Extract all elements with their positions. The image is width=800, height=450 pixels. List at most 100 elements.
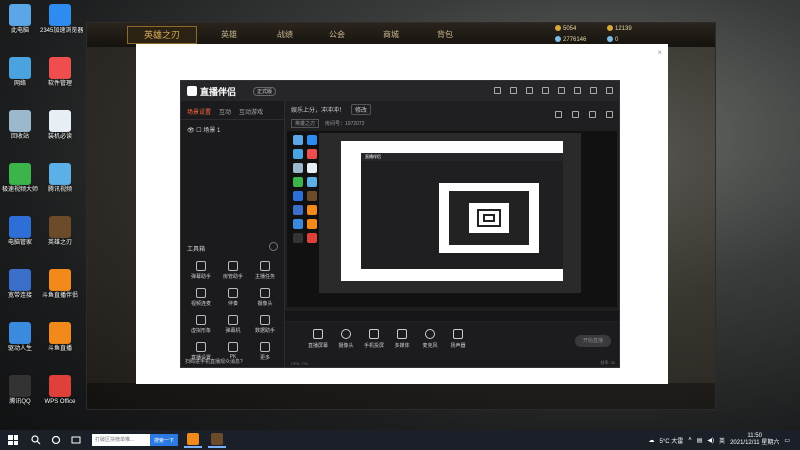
game-tab-bag[interactable]: 背包 bbox=[437, 29, 453, 40]
toolbox-item[interactable]: 视频连麦 bbox=[185, 288, 217, 307]
user-icon[interactable] bbox=[494, 87, 501, 94]
room-number: 房间号：1972072 bbox=[325, 120, 365, 127]
phone-icon bbox=[369, 329, 379, 339]
taskbar-app-game[interactable] bbox=[208, 432, 227, 448]
category-button[interactable]: 英雄之刃 bbox=[291, 118, 320, 128]
notification-icon[interactable]: ▭ bbox=[784, 437, 790, 444]
tab-games[interactable]: 互动游戏 bbox=[239, 107, 263, 116]
tab-scene[interactable]: 场景设置 bbox=[187, 107, 211, 116]
desktop-icon[interactable]: 软件管理 bbox=[40, 57, 80, 88]
taskbar-app-streaming[interactable] bbox=[184, 432, 203, 448]
clock[interactable]: 11:50 2021/12/11 星期六 bbox=[730, 433, 779, 447]
settings-icon[interactable] bbox=[542, 87, 549, 94]
skin-icon[interactable] bbox=[526, 87, 533, 94]
close-icon[interactable] bbox=[606, 87, 613, 94]
desktop-icon[interactable]: 装机必读 bbox=[40, 110, 80, 141]
toolbox-item[interactable]: 伴奏 bbox=[217, 288, 249, 307]
desktop-icon[interactable]: 腾讯QQ bbox=[0, 375, 40, 406]
speaker-icon bbox=[453, 329, 463, 339]
bell-icon[interactable] bbox=[589, 111, 596, 118]
share-icon[interactable] bbox=[606, 111, 613, 118]
minimize-icon[interactable] bbox=[574, 87, 581, 94]
desktop-icon[interactable]: 此电脑 bbox=[0, 4, 40, 35]
menu-icon[interactable] bbox=[558, 87, 565, 94]
edit-title-button[interactable]: 修改 bbox=[351, 103, 372, 115]
desktop-icon-label: 斗鱼直播 bbox=[47, 346, 72, 352]
gold-icon bbox=[555, 25, 561, 31]
close-icon[interactable]: × bbox=[657, 48, 662, 57]
desktop-icon[interactable]: 腾讯视频 bbox=[40, 163, 80, 194]
tool-icon bbox=[196, 288, 206, 298]
search-button[interactable]: 搜索一下 bbox=[150, 434, 179, 446]
toolbox-item[interactable]: 房管助手 bbox=[217, 261, 249, 280]
cortana-icon[interactable] bbox=[46, 430, 66, 450]
task-view-icon[interactable] bbox=[66, 430, 86, 450]
desktop-icon[interactable]: 英雄之刃 bbox=[40, 216, 80, 247]
preview-controls bbox=[285, 311, 619, 321]
desktop-icon[interactable]: 回收站 bbox=[0, 110, 40, 141]
desktop-icon-label: 回收站 bbox=[10, 134, 29, 140]
clock-date: 2021/12/11 星期六 bbox=[730, 440, 780, 446]
tool-icon bbox=[260, 261, 270, 271]
desktop-icon[interactable]: 宽带连接 bbox=[0, 269, 40, 300]
desktop-icon[interactable]: 电脑管家 bbox=[0, 216, 40, 247]
desktop-icon[interactable]: 极速视频大师 bbox=[0, 163, 40, 194]
sidebar-notice[interactable]: 扫码进手机直播观众消息? bbox=[185, 358, 281, 365]
desktop-icon[interactable]: WPS Office bbox=[40, 375, 80, 406]
speaker-button[interactable]: 扬声器 bbox=[443, 329, 473, 349]
resource-diamond: 2776146 bbox=[555, 36, 586, 43]
tray-chevron-icon[interactable]: ˄ bbox=[688, 437, 692, 443]
game-tab-shop[interactable]: 商城 bbox=[383, 29, 399, 40]
desktop-icon-label: 斗鱼直播伴侣 bbox=[41, 293, 78, 299]
maximize-icon[interactable] bbox=[590, 87, 597, 94]
window-controls bbox=[494, 87, 613, 94]
system-tray: ☁ 5°C 大雷 ˄ ▤ ◀) 英 11:50 2021/12/11 星期六 ▭ bbox=[648, 433, 800, 447]
network-icon[interactable]: ▤ bbox=[697, 437, 703, 444]
tool-icon bbox=[196, 261, 206, 271]
desktop-icon-label: 宽带连接 bbox=[7, 293, 32, 299]
desktop-icon[interactable]: 网络 bbox=[0, 57, 40, 88]
toolbox-more-icon[interactable] bbox=[269, 242, 278, 251]
scene-item[interactable]: 👁 ☐ 场景 1 bbox=[181, 120, 284, 139]
source-camera-button[interactable]: 摄像头 bbox=[331, 329, 361, 349]
toolbox-item[interactable]: 弹幕机 bbox=[217, 315, 249, 334]
app-icon bbox=[49, 216, 71, 238]
toolbox-item[interactable]: 弹幕助手 bbox=[185, 261, 217, 280]
weather-text[interactable]: 5°C 大雷 bbox=[659, 436, 683, 445]
search-icon[interactable] bbox=[26, 430, 46, 450]
desktop-icon[interactable]: 2345加速浏览器 bbox=[40, 4, 83, 35]
streaming-app-icon bbox=[187, 433, 200, 445]
input-method-lang[interactable]: 英 bbox=[719, 436, 725, 445]
toolbox-item[interactable]: 摄像头 bbox=[249, 288, 281, 307]
desktop-icon-label: WPS Office bbox=[44, 399, 76, 405]
toolbox-item[interactable]: 主播任务 bbox=[249, 261, 281, 280]
source-media-button[interactable]: 多媒体 bbox=[387, 329, 417, 349]
toolbox-item[interactable]: 数据助手 bbox=[249, 315, 281, 334]
grid-icon[interactable] bbox=[572, 111, 579, 118]
desktop-icons: 此电脑 2345加速浏览器 网络 软件管理回收站 装机必读 极速视频大师 腾讯视频 电脑管家 英… bbox=[0, 0, 84, 430]
start-button[interactable] bbox=[0, 430, 26, 450]
desktop-icon[interactable]: 斗鱼直播伴侣 bbox=[40, 269, 80, 300]
search-input[interactable] bbox=[92, 434, 150, 446]
game-tab-records[interactable]: 战绩 bbox=[277, 29, 293, 40]
volume-icon[interactable]: ◀) bbox=[707, 437, 714, 444]
game-tab-guild[interactable]: 公会 bbox=[329, 29, 345, 40]
start-stream-button[interactable]: 开始直播 bbox=[575, 335, 611, 347]
preview-nested-app: 直播伴侣 bbox=[361, 153, 563, 269]
game-tab-heroes[interactable]: 英雄 bbox=[221, 29, 237, 40]
source-screen-button[interactable]: 直播屏幕 bbox=[303, 329, 333, 349]
preview-nested-dialog: 直播伴侣 bbox=[341, 141, 563, 281]
tab-interact[interactable]: 互动 bbox=[219, 107, 231, 116]
mic-button[interactable]: 麦克风 bbox=[415, 329, 445, 349]
layout-icon[interactable] bbox=[555, 111, 562, 118]
toolbox-item[interactable]: 虚拟形象 bbox=[185, 315, 217, 334]
desktop-icon-label: 此电脑 bbox=[10, 28, 29, 34]
gift-icon[interactable] bbox=[510, 87, 517, 94]
toolbox-item-label: 主播任务 bbox=[254, 274, 275, 280]
weather-icon: ☁ bbox=[648, 437, 655, 444]
streaming-app-window: 直播伴侣 正式版 场景设置 互动 互动游戏 👁 ☐ 场景 1 工具箱 弹幕助手 房… bbox=[180, 80, 620, 368]
source-phone-button[interactable]: 手机投屏 bbox=[359, 329, 389, 349]
desktop-icon[interactable]: 驱动人生 bbox=[0, 322, 40, 353]
toolbox-item-label: 视频连麦 bbox=[190, 301, 211, 307]
desktop-icon[interactable]: 斗鱼直播 bbox=[40, 322, 80, 353]
